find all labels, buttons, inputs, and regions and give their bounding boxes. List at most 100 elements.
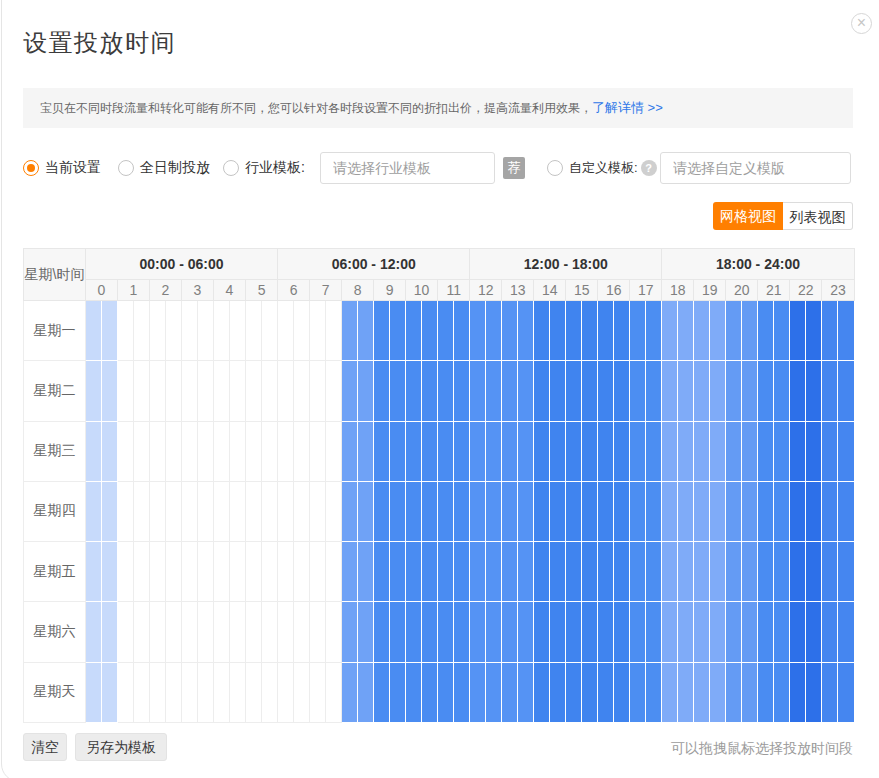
- time-slot-cell[interactable]: [86, 361, 102, 421]
- time-slot-cell[interactable]: [326, 301, 342, 361]
- hour-header[interactable]: 8: [342, 280, 374, 301]
- grid-view-button[interactable]: 网格视图: [713, 202, 783, 230]
- hour-header[interactable]: 21: [758, 280, 790, 301]
- time-slot-cell[interactable]: [518, 361, 534, 421]
- time-slot-cell[interactable]: [566, 662, 582, 722]
- clear-button[interactable]: 清空: [23, 733, 67, 761]
- time-slot-cell[interactable]: [406, 421, 422, 481]
- save-as-template-button[interactable]: 另存为模板: [75, 733, 167, 761]
- time-slot-cell[interactable]: [230, 421, 246, 481]
- time-slot-cell[interactable]: [806, 602, 822, 662]
- time-slot-cell[interactable]: [566, 301, 582, 361]
- time-slot-cell[interactable]: [198, 602, 214, 662]
- time-slot-cell[interactable]: [102, 361, 118, 421]
- time-slot-cell[interactable]: [502, 602, 518, 662]
- time-slot-cell[interactable]: [326, 421, 342, 481]
- time-slot-cell[interactable]: [694, 361, 710, 421]
- hour-header[interactable]: 23: [822, 280, 854, 301]
- time-slot-cell[interactable]: [838, 481, 854, 541]
- time-slot-cell[interactable]: [806, 361, 822, 421]
- industry-template-input[interactable]: [320, 152, 495, 184]
- hour-header[interactable]: 7: [310, 280, 342, 301]
- time-slot-cell[interactable]: [118, 602, 134, 662]
- time-slot-cell[interactable]: [758, 301, 774, 361]
- time-slot-cell[interactable]: [630, 361, 646, 421]
- time-slot-cell[interactable]: [646, 421, 662, 481]
- time-slot-cell[interactable]: [198, 361, 214, 421]
- radio-industry[interactable]: [223, 160, 239, 176]
- time-slot-cell[interactable]: [758, 542, 774, 602]
- time-slot-cell[interactable]: [406, 662, 422, 722]
- time-slot-cell[interactable]: [598, 421, 614, 481]
- time-slot-cell[interactable]: [742, 301, 758, 361]
- time-slot-cell[interactable]: [534, 421, 550, 481]
- time-slot-cell[interactable]: [822, 602, 838, 662]
- hour-header[interactable]: 0: [86, 280, 118, 301]
- hour-header[interactable]: 11: [438, 280, 470, 301]
- time-slot-cell[interactable]: [262, 301, 278, 361]
- time-slot-cell[interactable]: [166, 662, 182, 722]
- time-slot-cell[interactable]: [550, 421, 566, 481]
- time-slot-cell[interactable]: [486, 361, 502, 421]
- range-header[interactable]: 18:00 - 24:00: [662, 249, 854, 280]
- time-slot-cell[interactable]: [742, 361, 758, 421]
- time-slot-cell[interactable]: [774, 662, 790, 722]
- range-header[interactable]: 06:00 - 12:00: [278, 249, 470, 280]
- time-slot-cell[interactable]: [390, 481, 406, 541]
- time-slot-cell[interactable]: [710, 481, 726, 541]
- time-slot-cell[interactable]: [662, 662, 678, 722]
- time-slot-cell[interactable]: [262, 542, 278, 602]
- time-slot-cell[interactable]: [310, 602, 326, 662]
- time-slot-cell[interactable]: [342, 602, 358, 662]
- day-label[interactable]: 星期五: [24, 542, 86, 602]
- time-slot-cell[interactable]: [790, 421, 806, 481]
- time-slot-cell[interactable]: [422, 301, 438, 361]
- time-slot-cell[interactable]: [390, 662, 406, 722]
- time-slot-cell[interactable]: [550, 301, 566, 361]
- time-slot-cell[interactable]: [518, 301, 534, 361]
- time-slot-cell[interactable]: [390, 301, 406, 361]
- time-slot-cell[interactable]: [630, 301, 646, 361]
- time-slot-cell[interactable]: [534, 662, 550, 722]
- time-slot-cell[interactable]: [630, 421, 646, 481]
- time-slot-cell[interactable]: [230, 481, 246, 541]
- time-slot-cell[interactable]: [374, 542, 390, 602]
- time-slot-cell[interactable]: [182, 421, 198, 481]
- time-slot-cell[interactable]: [150, 301, 166, 361]
- time-slot-cell[interactable]: [182, 602, 198, 662]
- time-slot-cell[interactable]: [150, 361, 166, 421]
- time-slot-cell[interactable]: [534, 361, 550, 421]
- time-slot-cell[interactable]: [790, 602, 806, 662]
- time-slot-cell[interactable]: [406, 361, 422, 421]
- time-slot-cell[interactable]: [614, 481, 630, 541]
- time-slot-cell[interactable]: [806, 662, 822, 722]
- time-slot-cell[interactable]: [150, 421, 166, 481]
- custom-template-input[interactable]: [660, 152, 851, 184]
- time-slot-cell[interactable]: [390, 361, 406, 421]
- time-slot-cell[interactable]: [134, 602, 150, 662]
- time-slot-cell[interactable]: [278, 421, 294, 481]
- time-slot-cell[interactable]: [534, 301, 550, 361]
- time-slot-cell[interactable]: [150, 481, 166, 541]
- time-slot-cell[interactable]: [118, 361, 134, 421]
- time-slot-cell[interactable]: [598, 361, 614, 421]
- hour-header[interactable]: 2: [150, 280, 182, 301]
- time-slot-cell[interactable]: [118, 662, 134, 722]
- day-label[interactable]: 星期三: [24, 421, 86, 481]
- close-icon[interactable]: ×: [851, 13, 872, 34]
- time-slot-cell[interactable]: [838, 421, 854, 481]
- time-slot-cell[interactable]: [470, 481, 486, 541]
- radio-current-selected[interactable]: [23, 160, 39, 176]
- time-slot-cell[interactable]: [614, 542, 630, 602]
- time-slot-cell[interactable]: [454, 602, 470, 662]
- time-slot-cell[interactable]: [198, 301, 214, 361]
- time-slot-cell[interactable]: [374, 361, 390, 421]
- time-slot-cell[interactable]: [358, 361, 374, 421]
- time-slot-cell[interactable]: [726, 301, 742, 361]
- time-slot-cell[interactable]: [486, 421, 502, 481]
- time-slot-cell[interactable]: [134, 481, 150, 541]
- time-slot-cell[interactable]: [246, 361, 262, 421]
- time-slot-cell[interactable]: [614, 361, 630, 421]
- time-slot-cell[interactable]: [694, 481, 710, 541]
- time-slot-cell[interactable]: [646, 662, 662, 722]
